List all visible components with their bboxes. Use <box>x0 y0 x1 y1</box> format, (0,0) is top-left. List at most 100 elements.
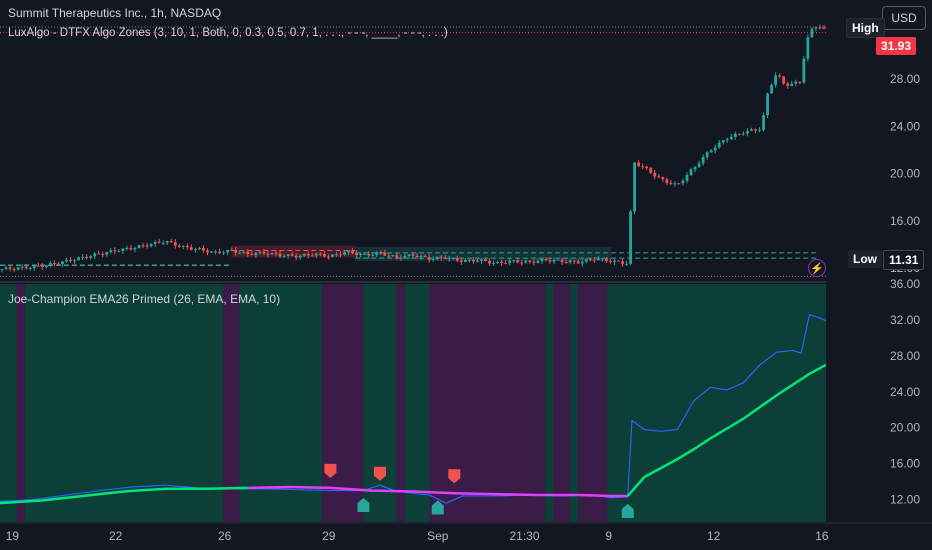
candle-body <box>810 28 814 38</box>
candle-body <box>431 258 435 260</box>
candle-body <box>141 245 145 247</box>
lightning-icon[interactable]: ⚡ <box>808 259 826 277</box>
candle-body <box>399 257 403 259</box>
bearish-zone-band <box>322 284 364 522</box>
candle-body <box>588 259 592 261</box>
candle-body <box>484 259 487 262</box>
candle-body <box>44 265 48 268</box>
candle-body <box>24 266 28 269</box>
candle-body <box>121 248 125 252</box>
price-tick-label: 24.00 <box>890 119 920 133</box>
candle-body <box>234 249 238 253</box>
candle-body <box>85 256 89 258</box>
price-tick-label: 20.00 <box>890 167 920 181</box>
candle-body <box>544 258 548 261</box>
candle-body <box>137 245 141 249</box>
candle-body <box>250 254 254 256</box>
candle-body <box>468 259 471 261</box>
candle-body <box>625 263 628 265</box>
price-tick-label: 16.00 <box>890 214 920 228</box>
time-tick-label: 16 <box>815 529 829 543</box>
candle-body <box>677 183 681 185</box>
candle-body <box>653 172 657 177</box>
candle-body <box>89 256 93 258</box>
candle-body <box>0 269 4 271</box>
candle-body <box>246 251 250 255</box>
symbol-legend[interactable]: Summit Therapeutics Inc., 1h, NASDAQ <box>8 6 221 20</box>
candle-body <box>322 253 326 257</box>
candle-body <box>258 251 262 254</box>
upper-indicator-legend[interactable]: LuxAlgo - DTFX Algo Zones (3, 10, 1, Bot… <box>8 27 448 39</box>
candle-body <box>12 269 16 271</box>
candle-body <box>665 179 669 183</box>
candle-body <box>758 129 761 131</box>
price-tick-label: 28.00 <box>890 72 920 86</box>
candle-body <box>548 260 552 262</box>
candle-body <box>230 249 234 251</box>
time-tick-label: 21:30 <box>509 529 539 543</box>
candle-body <box>822 27 826 29</box>
candle-body <box>713 147 717 151</box>
candle-body <box>737 133 741 135</box>
candle-body <box>375 252 379 255</box>
candle-body <box>516 260 520 263</box>
candle-body <box>149 243 153 247</box>
candle-body <box>387 255 391 257</box>
time-tick-label: 22 <box>109 529 123 543</box>
time-tick-label: 26 <box>218 529 232 543</box>
candle-body <box>451 257 455 259</box>
candle-body <box>782 76 786 84</box>
candle-body <box>733 133 737 137</box>
candle-body <box>435 256 439 259</box>
candle-body <box>814 27 818 29</box>
price-chart-canvas[interactable]: 12.0016.0020.0024.0028.0012.0016.0020.00… <box>0 0 932 550</box>
candle-body <box>363 253 367 255</box>
candle-body <box>673 183 677 185</box>
candle-body <box>725 139 729 141</box>
bullish-zone-band <box>569 284 579 522</box>
candle-body <box>286 254 290 256</box>
candle-body <box>298 255 302 258</box>
candle-body <box>717 142 721 148</box>
candle-body <box>262 251 266 254</box>
candle-body <box>310 255 314 257</box>
candle-body <box>351 250 354 254</box>
candle-body <box>609 261 612 263</box>
candle-body <box>528 260 532 262</box>
candle-body <box>637 162 641 167</box>
candle-body <box>488 261 491 264</box>
candle-body <box>476 260 479 262</box>
candle-body <box>641 166 645 168</box>
candle-body <box>314 253 318 256</box>
candle-body <box>302 254 306 256</box>
candle-body <box>8 267 12 270</box>
candle-body <box>335 254 338 256</box>
candle-body <box>572 260 576 262</box>
candle-body <box>238 252 242 254</box>
candle-body <box>701 157 705 164</box>
candle-body <box>294 255 298 258</box>
candle-body <box>77 257 80 261</box>
candle-body <box>697 163 701 167</box>
candle-body <box>395 255 399 258</box>
candle-body <box>649 168 653 173</box>
candle-body <box>629 211 632 264</box>
candle-body <box>750 129 753 131</box>
candle-body <box>391 255 395 257</box>
candle-body <box>742 133 745 135</box>
candle-body <box>339 254 342 256</box>
candle-body <box>746 130 749 134</box>
candle-body <box>480 259 483 261</box>
candle-body <box>600 258 604 260</box>
candle-body <box>129 247 133 250</box>
currency-button[interactable]: USD <box>882 6 926 30</box>
candle-body <box>318 253 322 255</box>
candle-body <box>105 252 109 255</box>
candle-body <box>109 250 113 253</box>
lower-indicator-legend[interactable]: Joe-Champion EMA26 Primed (26, EMA, EMA,… <box>8 292 280 306</box>
candle-body <box>210 251 213 253</box>
candle-body <box>786 83 790 86</box>
candle-body <box>411 254 415 256</box>
candle-body <box>754 129 757 131</box>
candle-body <box>177 245 181 247</box>
